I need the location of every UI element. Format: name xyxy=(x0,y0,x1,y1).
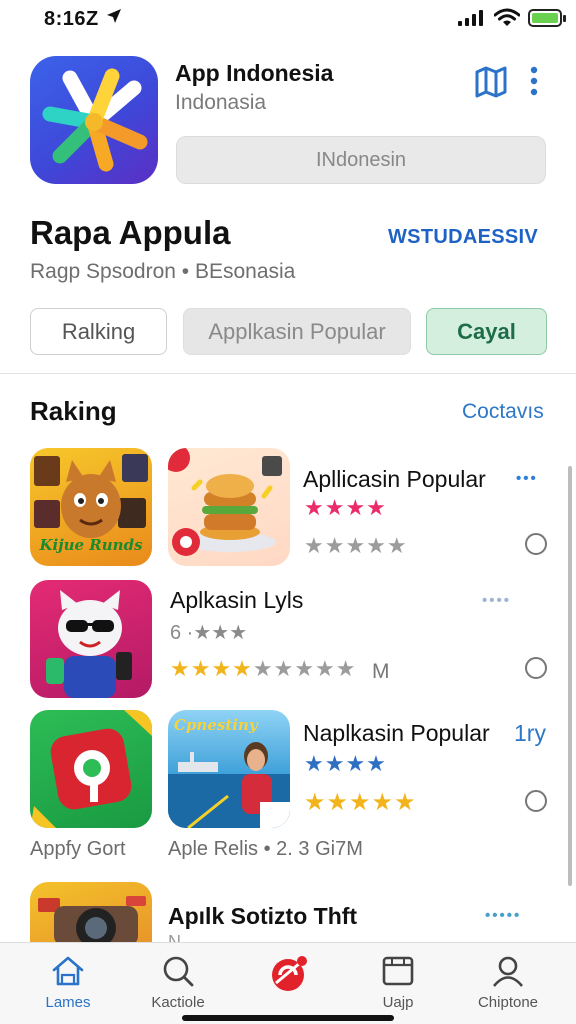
tab-bar: Lames Kactiole Uajp Chiptone xyxy=(0,942,576,1024)
more-dots-icon[interactable]: ••• xyxy=(516,470,538,487)
tab-label: Lames xyxy=(45,994,91,1011)
size-suffix: M xyxy=(372,660,390,683)
list-item-title[interactable]: Aplkasin Lyls xyxy=(170,587,303,614)
chip-ranking[interactable]: Ralking xyxy=(30,308,167,355)
more-dots-icon[interactable]: •••• xyxy=(482,592,511,609)
select-radio[interactable] xyxy=(525,657,547,679)
tab-center[interactable] xyxy=(233,943,343,1024)
game-thumbnail-title: Kijue Runds xyxy=(39,536,143,554)
tab-home[interactable]: Lames xyxy=(13,943,123,1024)
more-dots-icon[interactable]: ••••• xyxy=(485,907,521,924)
more-options-icon[interactable] xyxy=(528,66,540,101)
list-item-sub: 6 ·★★★ xyxy=(170,622,248,644)
rating-stars-secondary: ★★★★★ xyxy=(304,789,417,816)
get-button[interactable]: INdonesin xyxy=(176,136,546,184)
divider xyxy=(0,373,576,374)
rating-stars-secondary: ★★★★★ xyxy=(304,533,408,558)
select-radio[interactable] xyxy=(525,533,547,555)
tab-search[interactable]: Kactiole xyxy=(123,943,233,1024)
app-subtitle: Indonasia xyxy=(175,91,267,114)
scrollbar[interactable] xyxy=(568,466,572,886)
search-icon xyxy=(161,955,195,992)
inbox-icon xyxy=(381,955,415,992)
see-all-link[interactable]: WSTUDAESSIV xyxy=(388,226,538,249)
wifi-icon xyxy=(493,8,521,33)
app-name: App Indonesia xyxy=(175,60,334,86)
travel-thumbnail-title: Cpnestiny xyxy=(174,716,258,734)
tab-inbox[interactable]: Uajp xyxy=(343,943,453,1024)
rating-stars-gold: ★★★★ xyxy=(170,656,253,681)
home-indicator xyxy=(182,1015,394,1021)
tab-label: Chiptone xyxy=(477,994,539,1011)
list-item-caption: Aple Relis • 2. 3 Gi7M xyxy=(168,838,363,860)
tab-label: Uajp xyxy=(382,994,414,1011)
chip-selected[interactable]: Cayal xyxy=(426,308,547,355)
rating-stars-empty: ★★★★★ xyxy=(252,656,357,681)
status-bar: 8:16Z xyxy=(0,0,576,38)
list-item-title[interactable]: Apılk Sotizto Thft xyxy=(168,903,357,930)
rating-stars: ★★★★ xyxy=(304,495,387,520)
map-bookmark-icon[interactable] xyxy=(474,64,508,103)
location-arrow-icon xyxy=(106,8,122,29)
travel-thumbnail[interactable]: Cpnestiny xyxy=(168,710,290,828)
game-thumbnail[interactable]: Kijue Runds xyxy=(30,448,152,566)
status-time: 8:16Z xyxy=(44,8,99,30)
list-item-badge: 1ry xyxy=(514,720,546,746)
camera-thumbnail[interactable] xyxy=(30,882,152,942)
puzzle-thumbnail[interactable] xyxy=(30,710,152,828)
battery-icon xyxy=(528,9,566,27)
app-meta: Ragp Spsodron • BEsonasia xyxy=(30,260,296,283)
ranking-see-all-link[interactable]: Coctavıs xyxy=(462,400,544,424)
list-item-sub: N··· xyxy=(168,932,199,942)
tab-profile[interactable]: Chiptone xyxy=(453,943,563,1024)
tab-label: Kactiole xyxy=(151,994,205,1011)
app-icon[interactable] xyxy=(30,56,158,184)
rating-stars: ★★★★★★★★★ xyxy=(170,658,357,680)
page-title: Rapa Appula xyxy=(30,214,231,251)
character-thumbnail[interactable] xyxy=(30,580,152,698)
home-icon xyxy=(51,955,85,992)
chip-popular[interactable]: Applkasin Popular xyxy=(183,308,411,355)
ranking-title: Raking xyxy=(30,396,117,426)
brand-logo-icon xyxy=(266,953,310,998)
cellular-signal-icon xyxy=(458,10,484,31)
rating-stars: ★★★★ xyxy=(304,751,387,776)
select-radio[interactable] xyxy=(525,790,547,812)
list-item-title[interactable]: Naplkasin Popular xyxy=(303,720,490,747)
person-icon xyxy=(491,955,525,992)
food-thumbnail[interactable] xyxy=(168,448,290,566)
list-item-title[interactable]: Apllicasin Popular xyxy=(303,466,486,493)
list-item-caption: Appfy Gort xyxy=(30,838,126,860)
